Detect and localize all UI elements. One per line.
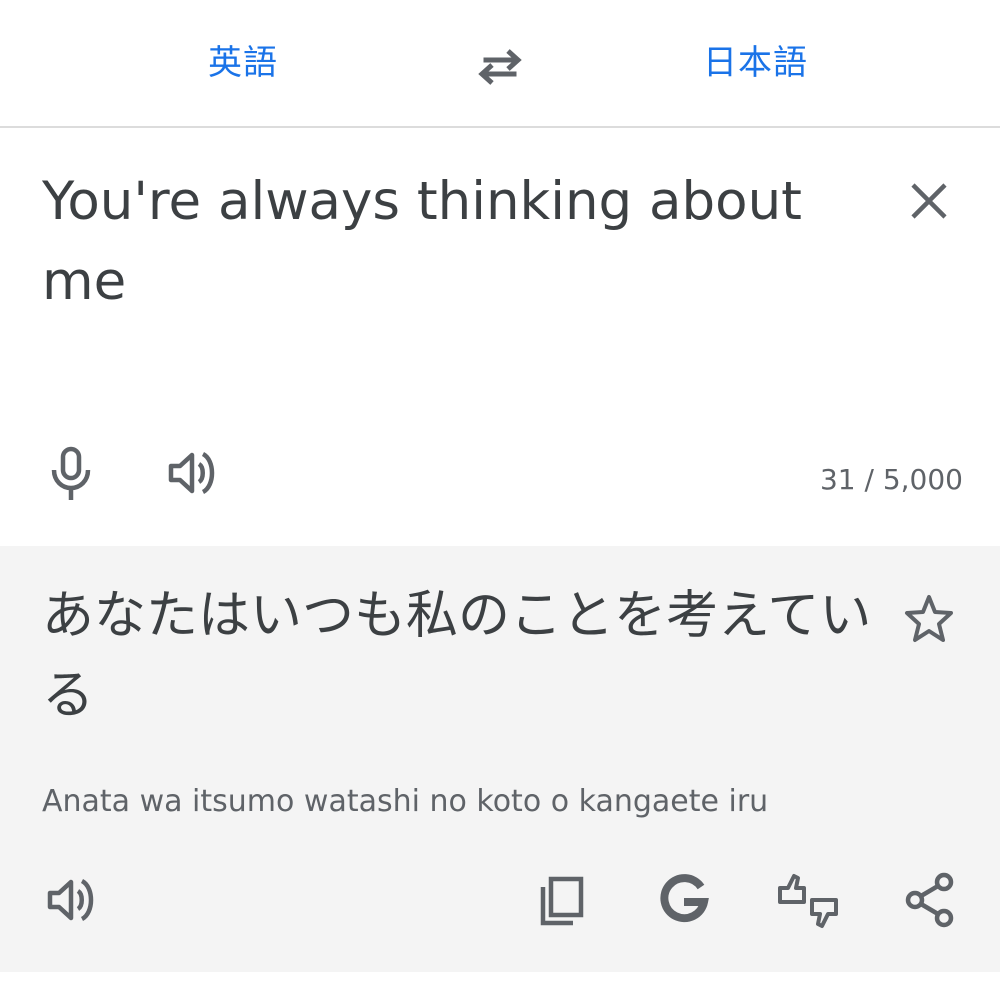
share-icon <box>905 872 954 928</box>
source-panel: You're always thinking about me 31 / 5,0… <box>0 128 1000 546</box>
volume-icon <box>47 878 94 922</box>
swap-languages-button[interactable] <box>474 44 526 88</box>
search-google-button[interactable] <box>656 872 712 928</box>
feedback-icon <box>778 874 838 928</box>
clear-text-button[interactable] <box>904 176 954 226</box>
star-icon <box>905 595 953 642</box>
character-count: 31 / 5,000 <box>819 463 963 496</box>
copy-translation-button[interactable] <box>534 872 590 928</box>
google-g-icon <box>660 874 709 923</box>
source-language-button[interactable]: 英語 <box>208 38 278 88</box>
target-language-button[interactable]: 日本語 <box>703 38 808 88</box>
result-panel: あなたはいつも私のことを考えている Anata wa itsumo watash… <box>0 546 1000 972</box>
translated-text: あなたはいつも私のことを考えている <box>42 586 872 726</box>
share-translation-button[interactable] <box>902 872 958 928</box>
source-text-input[interactable]: You're always thinking about me <box>42 162 862 322</box>
copy-icon <box>540 876 584 926</box>
rate-translation-button[interactable] <box>776 872 838 928</box>
swap-arrows-icon <box>478 49 522 85</box>
save-translation-button[interactable] <box>902 592 956 646</box>
listen-source-button[interactable] <box>166 448 222 498</box>
voice-input-button[interactable] <box>46 446 96 502</box>
close-icon <box>911 183 947 219</box>
bottom-spacer <box>0 972 1000 995</box>
romanization-text: Anata wa itsumo watashi no koto o kangae… <box>42 784 769 819</box>
language-bar: 英語 日本語 <box>0 0 1000 128</box>
microphone-icon <box>51 446 91 500</box>
translate-screen: 英語 日本語 You're always thinking about me 3… <box>0 0 1000 995</box>
volume-icon <box>168 451 215 495</box>
listen-translation-button[interactable] <box>44 872 100 928</box>
